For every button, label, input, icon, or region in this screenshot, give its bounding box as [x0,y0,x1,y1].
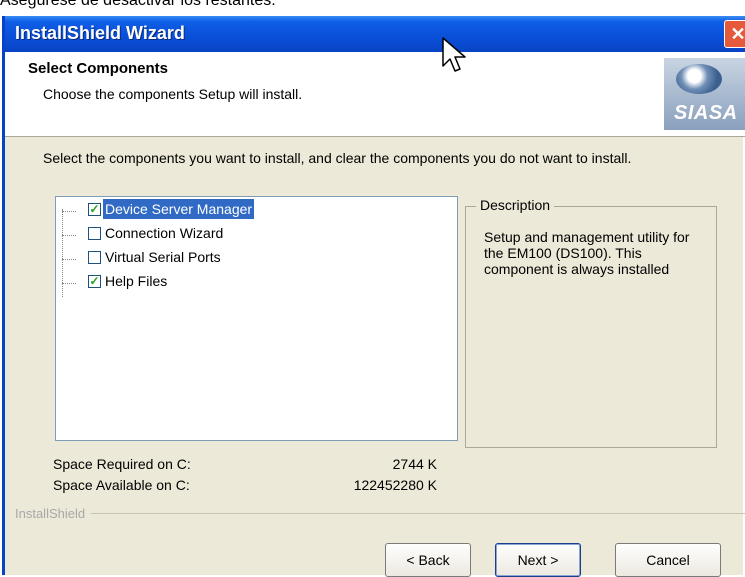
cancel-button[interactable]: Cancel [615,543,721,577]
close-icon: ✕ [730,24,745,44]
installshield-separator: InstallShield [15,506,745,521]
description-group: Description Setup and management utility… [465,197,717,448]
next-button[interactable]: Next > [495,543,581,577]
separator-line [15,513,745,514]
logo-text: SIASA [674,102,738,124]
tree-branch [62,283,76,284]
window-title: InstallShield Wizard [15,23,185,43]
page-subtitle: Choose the components Setup will install… [43,86,303,102]
component-label: Help Files [105,273,168,289]
tree-branch [62,235,76,236]
wizard-header: Select Components Choose the components … [5,52,745,137]
back-button[interactable]: < Back [385,543,471,577]
title-bar[interactable]: InstallShield Wizard ✕ [5,16,745,52]
space-required-label: Space Required on C: [53,456,191,472]
checkbox-help-files[interactable] [88,275,101,288]
checkbox-device-server-manager[interactable] [88,203,101,216]
installshield-brand: InstallShield [15,506,92,521]
components-tree[interactable]: Device Server Manager Connection Wizard … [55,196,458,441]
description-text: Setup and management utility for the EM1… [484,229,690,277]
page-title: Select Components [28,60,169,77]
checkbox-connection-wizard[interactable] [88,227,101,240]
space-required-value: 2744 K [392,456,437,472]
logo-swirl-icon [676,64,722,94]
component-label: Connection Wizard [105,225,224,241]
description-legend: Description [476,197,555,213]
mouse-pointer-icon [442,37,466,72]
space-available-value: 122452280 K [353,477,437,493]
tree-branch [62,259,76,260]
space-available-label: Space Available on C: [53,477,190,493]
checkbox-virtual-serial-ports[interactable] [88,251,101,264]
caption-text: Asegúrese de desactivar los restantes. [0,0,276,9]
instructions-text: Select the components you want to instal… [43,150,632,166]
close-button[interactable]: ✕ [724,20,745,48]
component-label: Virtual Serial Ports [105,249,221,265]
tree-branch [62,211,76,212]
siasa-logo: SIASA [664,58,745,130]
installshield-window: InstallShield Wizard ✕ Select Components… [2,16,745,577]
component-label: Device Server Manager [103,199,255,219]
